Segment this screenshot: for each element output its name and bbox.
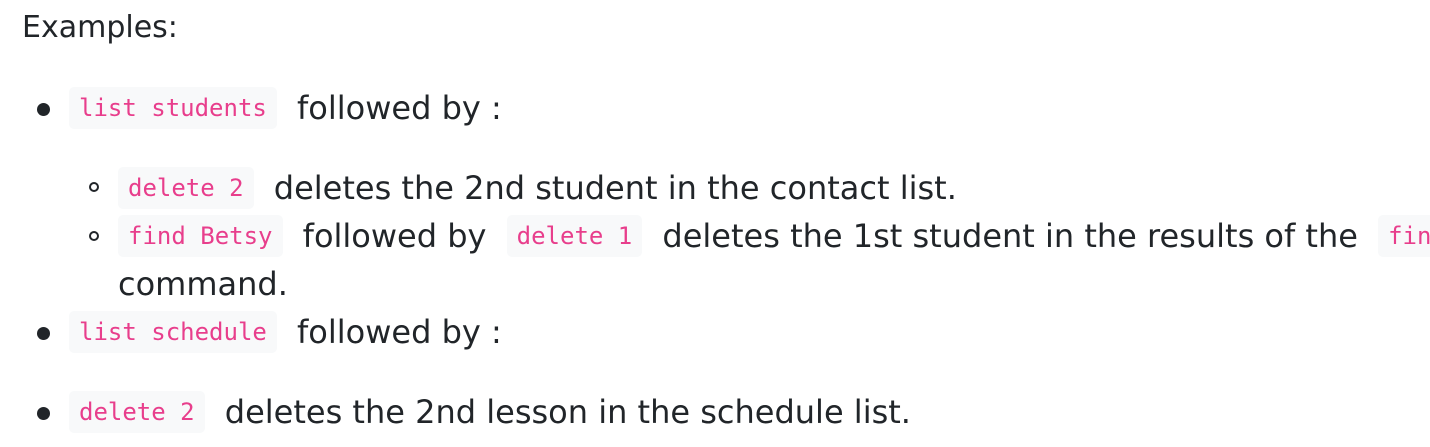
- list-item-list-students: list students followed by :: [69, 86, 502, 131]
- inline-code: delete 2: [69, 391, 205, 433]
- item-text: deletes the 2nd lesson in the schedule l…: [214, 393, 911, 431]
- sub-list-item-delete-2: delete 2 deletes the 2nd student in the …: [118, 166, 957, 211]
- bullet-circle-icon: [89, 231, 99, 241]
- examples-section: Examples: list students followed by : de…: [0, 0, 1430, 447]
- item-text: deletes the 1st student in the results o…: [652, 217, 1369, 255]
- bullet-disc-icon: [37, 327, 50, 340]
- list-item-delete-2: delete 2 deletes the 2nd lesson in the s…: [69, 390, 911, 435]
- item-text: followed by: [292, 217, 497, 255]
- inline-code: list schedule: [69, 311, 277, 353]
- bullet-disc-icon: [37, 407, 50, 420]
- sub-list-item-find-betsy: find Betsy followed by delete 1 deletes …: [118, 214, 1430, 259]
- item-text: followed by :: [286, 89, 502, 127]
- sub-list-item-continuation: command.: [118, 262, 288, 306]
- inline-code: delete 2: [118, 167, 254, 209]
- list-item-list-schedule: list schedule followed by :: [69, 310, 502, 355]
- bullet-circle-icon: [89, 182, 99, 192]
- inline-code: delete 1: [506, 215, 643, 257]
- inline-code: list students: [69, 87, 277, 129]
- bullet-disc-icon: [37, 103, 50, 116]
- inline-code: find Betsy: [118, 215, 283, 257]
- item-text: followed by :: [286, 313, 502, 351]
- inline-code: find: [1378, 215, 1430, 257]
- item-text: command.: [118, 265, 288, 303]
- examples-heading: Examples:: [22, 10, 178, 45]
- item-text: deletes the 2nd student in the contact l…: [263, 169, 957, 207]
